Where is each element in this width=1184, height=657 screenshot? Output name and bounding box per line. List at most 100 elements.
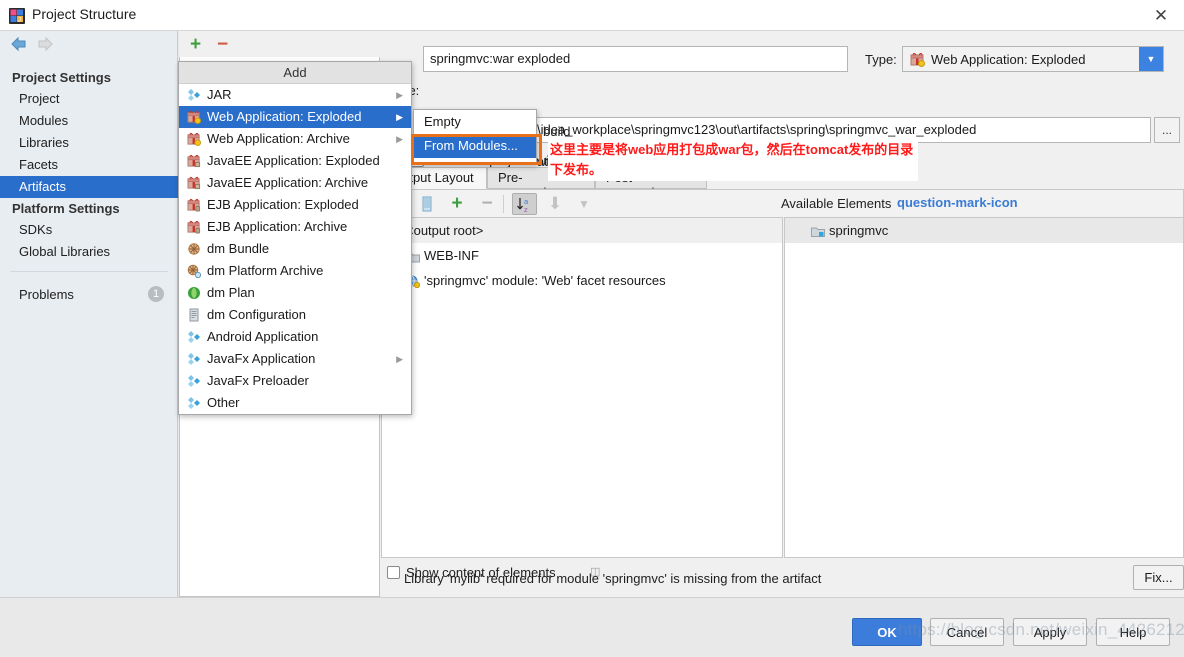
web-application-exploded-icon xyxy=(903,52,925,67)
move-up-icon: ⬇ xyxy=(547,194,563,213)
menu-item-ejb-application-archive[interactable]: EJB Application: Archive xyxy=(179,216,411,238)
menu-item-web-application-archive[interactable]: Web Application: Archive ▶ xyxy=(179,128,411,150)
menu-item-dm-plan[interactable]: dm Plan xyxy=(179,282,411,304)
add-artifact-menu[interactable]: Add JAR ▶ Web Application: Exploded ▶ Web Ap… xyxy=(178,61,412,415)
title-bar: J Project Structure ✕ xyxy=(0,0,1184,31)
project-structure-dialog: J Project Structure ✕ Project Settings P… xyxy=(0,0,1184,657)
sidebar-item-facets[interactable]: Facets xyxy=(0,154,178,176)
type-combobox[interactable]: Web Application: Exploded ▼ xyxy=(902,46,1164,72)
menu-item-javafx-preloader[interactable]: JavaFx Preloader xyxy=(179,370,411,392)
error-message: Library 'mylib' required for module 'spr… xyxy=(404,571,822,586)
menu-item-web-application-exploded[interactable]: Web Application: Exploded ▶ xyxy=(179,106,411,128)
menu-item-label: EJB Application: Exploded xyxy=(207,197,359,212)
artifact-list-toolbar: + − xyxy=(179,31,380,57)
name-input[interactable]: springmvc:war exploded xyxy=(423,46,848,72)
add-icon[interactable]: + xyxy=(447,193,467,214)
toolbar-separator xyxy=(503,195,504,213)
module-folder-icon xyxy=(811,221,829,246)
menu-item-label: dm Platform Archive xyxy=(207,263,324,278)
available-elements-label: Available Elements xyxy=(781,196,892,211)
fix-button[interactable]: Fix... xyxy=(1133,565,1184,590)
intellij-idea-icon: J xyxy=(9,8,25,24)
watermark: https://blog.csdn.net/weixin_44262126 xyxy=(898,620,1184,639)
type-label: Type: xyxy=(865,52,897,67)
menu-item-empty[interactable]: Empty xyxy=(414,110,536,134)
menu-item-label: dm Plan xyxy=(207,285,255,300)
tree-row[interactable]: 'springmvc' module: 'Web' facet resource… xyxy=(382,268,782,293)
sidebar-item-global-libraries[interactable]: Global Libraries xyxy=(0,241,178,263)
sidebar-item-project[interactable]: Project xyxy=(0,88,178,110)
sidebar-item-libraries[interactable]: Libraries xyxy=(0,132,178,154)
close-icon[interactable]: ✕ xyxy=(1138,0,1184,31)
problems-count-badge: 1 xyxy=(148,286,164,302)
menu-item-label: Web Application: Exploded xyxy=(207,109,362,124)
menu-item-javaee-application-exploded[interactable]: JavaEE Application: Exploded xyxy=(179,150,411,172)
other-icon xyxy=(187,395,207,417)
output-layout-tree[interactable]: <output root> WEB-INF 'springmvc' module… xyxy=(381,217,783,558)
add-menu-items: JAR ▶ Web Application: Exploded ▶ Web Applic… xyxy=(179,84,411,414)
menu-item-label: JavaFx Preloader xyxy=(207,373,309,388)
forward-arrow-icon[interactable] xyxy=(36,36,54,52)
annotation-text: 这里主要是将web应用打包成war包，然后在tomcat发布的目录下发布。 xyxy=(548,139,918,181)
menu-item-label: JavaEE Application: Exploded xyxy=(207,153,380,168)
list-item-label: springmvc xyxy=(829,223,889,238)
menu-item-javaee-application-archive[interactable]: JavaEE Application: Archive xyxy=(179,172,411,194)
menu-item-android-application[interactable]: Android Application xyxy=(179,326,411,348)
settings-sidebar: Project Settings Project Modules Librari… xyxy=(0,31,178,597)
submenu-arrow-icon: ▶ xyxy=(396,134,403,144)
sidebar-group-platform-settings: Platform Settings xyxy=(12,201,120,216)
sidebar-group-project-settings: Project Settings xyxy=(12,70,111,85)
tree-row[interactable]: <output root> xyxy=(382,218,782,243)
menu-item-label: Web Application: Archive xyxy=(207,131,350,146)
submenu-arrow-icon: ▶ xyxy=(396,112,403,122)
menu-item-from-modules[interactable]: From Modules... xyxy=(414,134,536,158)
browse-button[interactable]: ... xyxy=(1154,117,1180,143)
submenu-arrow-icon: ▶ xyxy=(396,90,403,100)
menu-item-jar[interactable]: JAR ▶ xyxy=(179,84,411,106)
tree-row-label: WEB-INF xyxy=(424,248,479,263)
sidebar-item-artifacts[interactable]: Artifacts xyxy=(0,176,178,198)
sidebar-item-label: Problems xyxy=(19,287,74,302)
type-value: Web Application: Exploded xyxy=(931,51,1086,67)
available-elements-tree[interactable]: springmvc xyxy=(784,217,1184,558)
checkbox-box xyxy=(387,566,400,579)
menu-item-other[interactable]: Other xyxy=(179,392,411,414)
sidebar-item-sdks[interactable]: SDKs xyxy=(0,219,178,241)
web-exploded-submenu[interactable]: Empty From Modules... xyxy=(413,109,537,165)
menu-item-dm-platform-archive[interactable]: dm Platform Archive xyxy=(179,260,411,282)
menu-item-label: EJB Application: Archive xyxy=(207,219,348,234)
occluded-build-text: build xyxy=(543,124,571,139)
chevron-down-icon[interactable]: ▼ xyxy=(1139,47,1163,71)
menu-item-label: JavaFx Application xyxy=(207,351,316,366)
page-title: Project Structure xyxy=(32,6,137,22)
menu-item-label: Other xyxy=(207,395,240,410)
menu-item-label: dm Bundle xyxy=(207,241,270,256)
plus-icon[interactable]: + xyxy=(190,34,201,56)
menu-item-ejb-application-exploded[interactable]: EJB Application: Exploded xyxy=(179,194,411,216)
question-mark-icon[interactable]: question-mark-icon xyxy=(897,195,1018,210)
submenu-arrow-icon: ▶ xyxy=(396,354,403,364)
list-item[interactable]: springmvc xyxy=(785,218,1183,243)
sort-az-icon[interactable]: a z xyxy=(512,193,537,215)
jar-icon[interactable] xyxy=(417,194,437,214)
tree-row[interactable]: WEB-INF xyxy=(382,243,782,268)
menu-item-label: Android Application xyxy=(207,329,319,344)
sidebar-item-problems[interactable]: Problems 1 xyxy=(0,284,178,306)
remove-icon: − xyxy=(481,193,493,214)
svg-text:z: z xyxy=(524,205,528,213)
back-arrow-icon[interactable] xyxy=(10,36,28,52)
menu-item-dm-configuration[interactable]: dm Configuration xyxy=(179,304,411,326)
sidebar-nav xyxy=(0,31,178,57)
menu-item-label: JAR xyxy=(207,87,232,102)
svg-text:J: J xyxy=(18,18,21,24)
tree-row-label: <output root> xyxy=(406,223,484,238)
tree-row-label: 'springmvc' module: 'Web' facet resource… xyxy=(424,273,666,288)
sidebar-item-modules[interactable]: Modules xyxy=(0,110,178,132)
minus-icon[interactable]: − xyxy=(217,34,228,56)
move-down-icon: ▼ xyxy=(578,197,590,211)
menu-item-label: dm Configuration xyxy=(207,307,306,322)
add-menu-title: Add xyxy=(179,62,411,84)
menu-item-dm-bundle[interactable]: dm Bundle xyxy=(179,238,411,260)
menu-item-javafx-application[interactable]: JavaFx Application ▶ xyxy=(179,348,411,370)
sidebar-divider xyxy=(10,271,168,272)
